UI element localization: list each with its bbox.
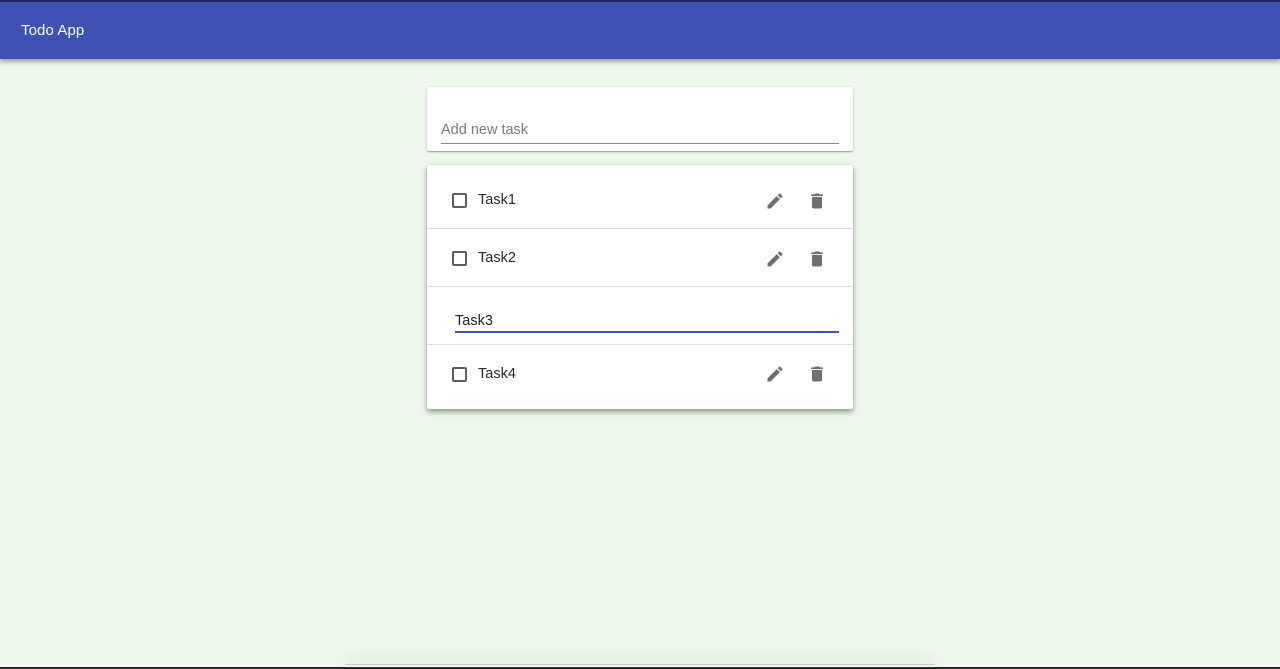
app-title: Todo App: [21, 22, 85, 39]
task-list: Task1 Task2 Task4: [427, 165, 853, 409]
pencil-icon: [767, 193, 783, 209]
edit-task-button[interactable]: [763, 189, 787, 213]
delete-task-button[interactable]: [805, 362, 829, 386]
task-row: Task1: [427, 171, 853, 229]
app-bar: Todo App: [0, 0, 1280, 59]
task-checkbox[interactable]: [452, 251, 467, 266]
edit-task-button[interactable]: [763, 247, 787, 271]
delete-task-button[interactable]: [805, 189, 829, 213]
trash-icon: [811, 251, 823, 267]
delete-task-button[interactable]: [805, 247, 829, 271]
edit-task-button[interactable]: [763, 362, 787, 386]
add-task-field[interactable]: [441, 117, 839, 144]
add-task-card: [427, 87, 853, 151]
task-checkbox[interactable]: [452, 193, 467, 208]
pencil-icon: [767, 251, 783, 267]
pencil-icon: [767, 366, 783, 382]
task-label: Task2: [478, 250, 516, 266]
task-label: Task4: [478, 366, 516, 382]
task-label: Task1: [478, 192, 516, 208]
edit-task-input[interactable]: [455, 311, 839, 331]
edit-task-field[interactable]: [455, 311, 839, 333]
task-row: Task2: [427, 229, 853, 287]
trash-icon: [811, 193, 823, 209]
task-checkbox[interactable]: [452, 367, 467, 382]
add-task-input[interactable]: [441, 117, 839, 143]
trash-icon: [811, 366, 823, 382]
task-row-editing: [427, 287, 853, 345]
task-row: Task4: [427, 345, 853, 403]
